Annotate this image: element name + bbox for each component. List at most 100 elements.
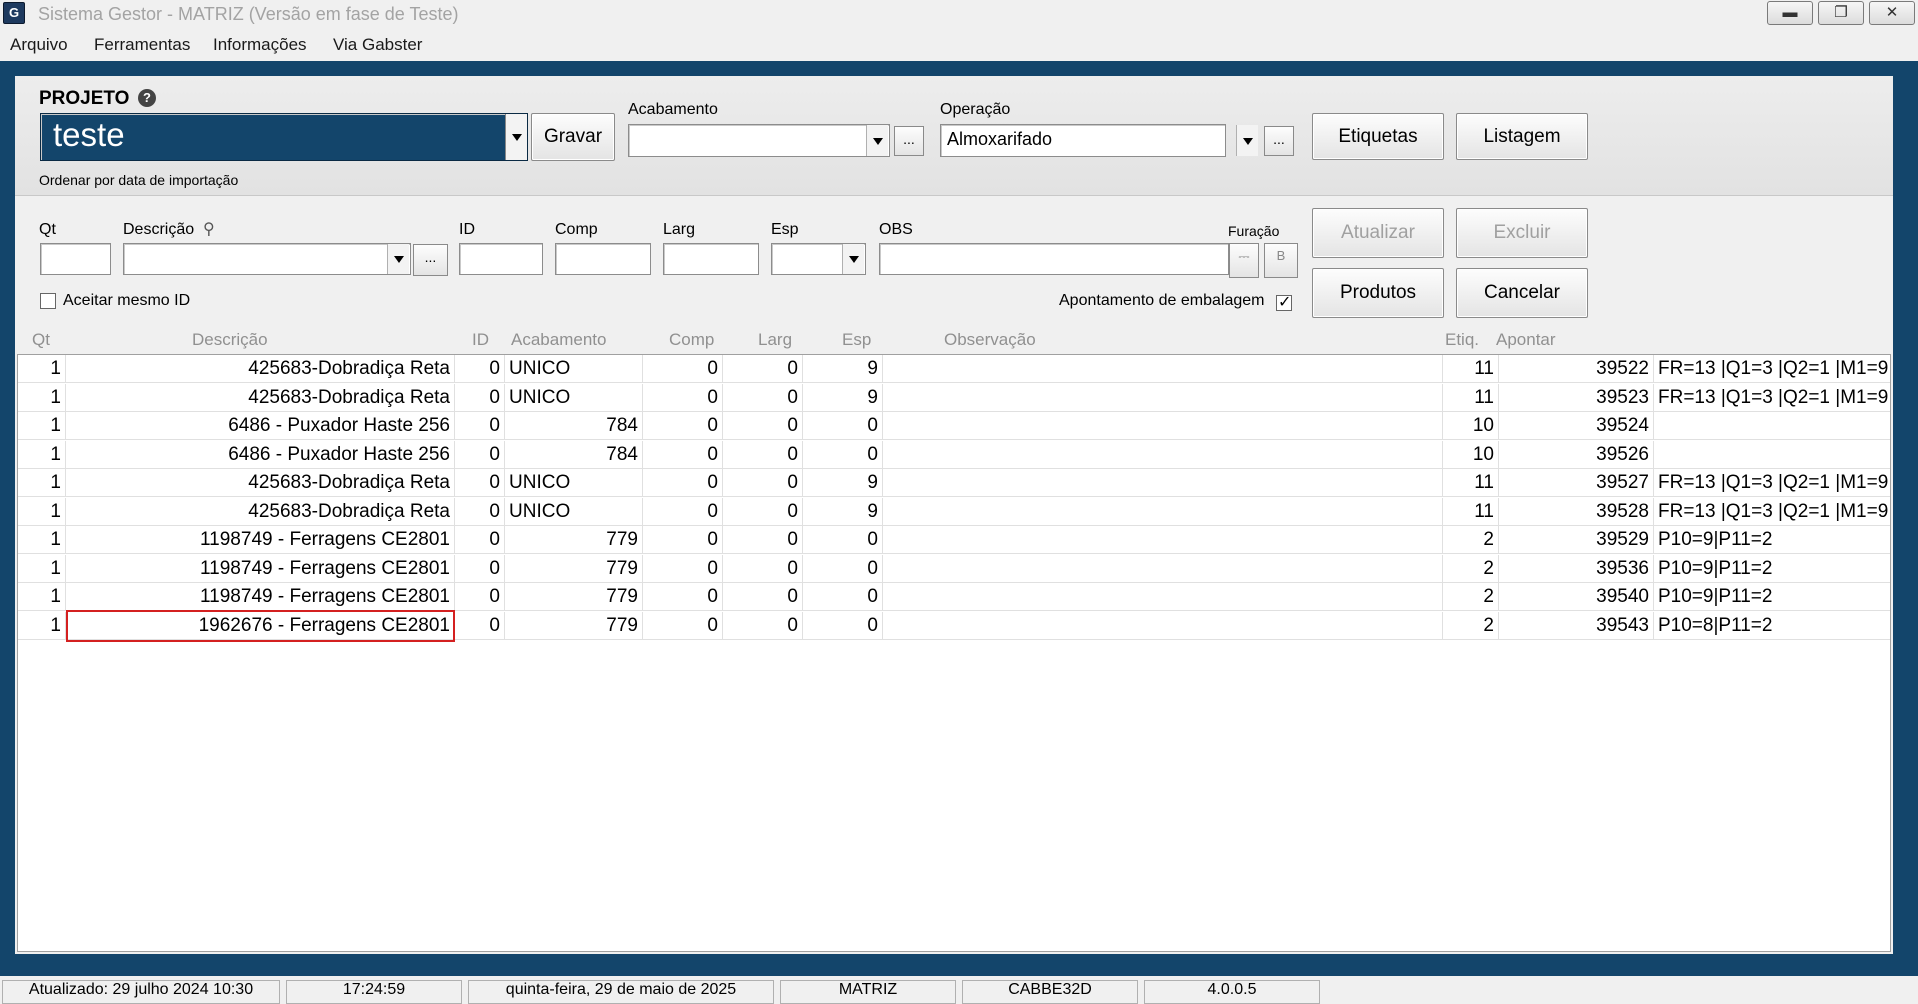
col-apontar[interactable]: Apontar: [1496, 330, 1556, 350]
col-qt[interactable]: Qt: [32, 330, 50, 350]
cell-esp[interactable]: 0: [803, 440, 883, 469]
cell-etiq[interactable]: 11: [1443, 469, 1499, 497]
cell-descricao[interactable]: 425683-Dobradiça Reta: [66, 383, 455, 412]
cell-apontar[interactable]: 39524: [1499, 412, 1654, 440]
cell-id[interactable]: 0: [455, 440, 505, 469]
atualizar-button[interactable]: Atualizar: [1312, 208, 1444, 258]
cell-extra[interactable]: FR=13 |Q1=3 |Q2=1 |M1=9 |: [1654, 498, 1890, 526]
cell-apontar[interactable]: 39528: [1499, 497, 1654, 526]
data-table[interactable]: 1 425683-Dobradiça Reta 0 UNICO 0 0 9 11 39522 FR…: [17, 354, 1891, 952]
cell-observacao[interactable]: [883, 440, 1443, 469]
esp-dropdown-arrow[interactable]: [842, 244, 864, 274]
cell-apontar[interactable]: 39527: [1499, 469, 1654, 497]
cell-descricao[interactable]: 1962676 - Ferragens CE2801: [66, 611, 455, 640]
table-row[interactable]: 1 1962676 - Ferragens CE2801 0 779 0 0 0 2 39543…: [18, 611, 1890, 640]
cell-larg[interactable]: 0: [723, 497, 803, 526]
col-esp[interactable]: Esp: [842, 330, 871, 350]
table-row[interactable]: 1 425683-Dobradiça Reta 0 UNICO 0 0 9 11 39522 FR…: [18, 355, 1890, 383]
cell-id[interactable]: 0: [455, 497, 505, 526]
cell-observacao[interactable]: [883, 497, 1443, 526]
cell-extra[interactable]: FR=13 |Q1=3 |Q2=1 |M1=9 |: [1654, 469, 1890, 497]
cell-acabamento[interactable]: UNICO: [505, 469, 643, 497]
table-row[interactable]: 1 1198749 - Ferragens CE2801 0 779 0 0 0 2 39529…: [18, 526, 1890, 554]
cell-esp[interactable]: 0: [803, 526, 883, 554]
cell-apontar[interactable]: 39540: [1499, 583, 1654, 611]
cell-larg[interactable]: 0: [723, 355, 803, 383]
cell-qt[interactable]: 1: [18, 383, 66, 412]
cell-esp[interactable]: 9: [803, 383, 883, 412]
cell-etiq[interactable]: 10: [1443, 440, 1499, 469]
cell-acabamento[interactable]: 779: [505, 554, 643, 583]
search-icon[interactable]: ⚲: [203, 219, 215, 239]
cell-extra[interactable]: P10=9|P11=2: [1654, 526, 1890, 554]
acabamento-browse-button[interactable]: ...: [894, 126, 924, 156]
col-acabamento[interactable]: Acabamento: [511, 330, 606, 350]
cell-descricao[interactable]: 1198749 - Ferragens CE2801: [66, 583, 455, 611]
cell-extra[interactable]: FR=13 |Q1=3 |Q2=1 |M1=9 |: [1654, 355, 1890, 383]
minimize-button[interactable]: ▬: [1767, 1, 1813, 25]
col-observacao[interactable]: Observação: [944, 330, 1036, 350]
cell-acabamento[interactable]: 779: [505, 583, 643, 611]
cell-apontar[interactable]: 39529: [1499, 526, 1654, 554]
cell-apontar[interactable]: 39523: [1499, 383, 1654, 412]
cell-comp[interactable]: 0: [643, 412, 723, 440]
cell-comp[interactable]: 0: [643, 526, 723, 554]
furacao-drill-icon[interactable]: ⎓: [1229, 243, 1259, 278]
cell-comp[interactable]: 0: [643, 554, 723, 583]
cell-comp[interactable]: 0: [643, 355, 723, 383]
cell-larg[interactable]: 0: [723, 554, 803, 583]
cell-esp[interactable]: 0: [803, 554, 883, 583]
cell-larg[interactable]: 0: [723, 583, 803, 611]
cell-extra[interactable]: P10=9|P11=2: [1654, 583, 1890, 611]
cell-larg[interactable]: 0: [723, 412, 803, 440]
cell-comp[interactable]: 0: [643, 440, 723, 469]
table-row[interactable]: 1 1198749 - Ferragens CE2801 0 779 0 0 0 2 39536…: [18, 554, 1890, 583]
cell-comp[interactable]: 0: [643, 469, 723, 497]
etiquetas-button[interactable]: Etiquetas: [1312, 113, 1444, 160]
cell-qt[interactable]: 1: [18, 497, 66, 526]
cell-comp[interactable]: 0: [643, 383, 723, 412]
aceitar-mesmo-id-checkbox[interactable]: [40, 293, 56, 309]
cell-acabamento[interactable]: UNICO: [505, 355, 643, 383]
cell-id[interactable]: 0: [455, 412, 505, 440]
project-select[interactable]: teste: [40, 113, 528, 161]
cell-acabamento[interactable]: UNICO: [505, 497, 643, 526]
table-row[interactable]: 1 425683-Dobradiça Reta 0 UNICO 0 0 9 11 39528 FR…: [18, 497, 1890, 526]
cell-larg[interactable]: 0: [723, 383, 803, 412]
cell-descricao[interactable]: 425683-Dobradiça Reta: [66, 469, 455, 497]
cell-observacao[interactable]: [883, 583, 1443, 611]
obs-input[interactable]: [879, 243, 1229, 275]
col-descricao[interactable]: Descrição: [192, 330, 268, 350]
id-input[interactable]: [459, 243, 543, 275]
menu-via-gabster[interactable]: Via Gabster: [333, 35, 422, 55]
cell-comp[interactable]: 0: [643, 497, 723, 526]
cell-esp[interactable]: 9: [803, 469, 883, 497]
cell-etiq[interactable]: 10: [1443, 412, 1499, 440]
cell-id[interactable]: 0: [455, 355, 505, 383]
cell-acabamento[interactable]: 784: [505, 412, 643, 440]
cell-qt[interactable]: 1: [18, 554, 66, 583]
cell-esp[interactable]: 0: [803, 611, 883, 640]
cell-id[interactable]: 0: [455, 611, 505, 640]
cell-etiq[interactable]: 2: [1443, 611, 1499, 640]
cell-extra[interactable]: P10=9|P11=2: [1654, 555, 1890, 583]
cell-extra[interactable]: FR=13 |Q1=3 |Q2=1 |M1=9 |: [1654, 384, 1890, 412]
close-button[interactable]: ✕: [1869, 1, 1915, 25]
cell-esp[interactable]: 9: [803, 355, 883, 383]
cell-etiq[interactable]: 11: [1443, 355, 1499, 383]
menu-arquivo[interactable]: Arquivo: [10, 35, 68, 55]
cell-etiq[interactable]: 2: [1443, 583, 1499, 611]
cell-extra[interactable]: [1654, 441, 1890, 469]
sort-note[interactable]: Ordenar por data de importação: [39, 172, 238, 188]
cell-id[interactable]: 0: [455, 554, 505, 583]
descricao-browse-button[interactable]: ...: [413, 244, 448, 276]
cell-apontar[interactable]: 39522: [1499, 355, 1654, 383]
cell-qt[interactable]: 1: [18, 412, 66, 440]
cell-extra[interactable]: P10=8|P11=2: [1654, 612, 1890, 640]
operacao-select[interactable]: Almoxarifado: [940, 124, 1226, 157]
cell-id[interactable]: 0: [455, 526, 505, 554]
table-row[interactable]: 1 425683-Dobradiça Reta 0 UNICO 0 0 9 11 39527 FR…: [18, 469, 1890, 497]
cell-extra[interactable]: [1654, 412, 1890, 440]
cell-observacao[interactable]: [883, 383, 1443, 412]
cell-apontar[interactable]: 39536: [1499, 554, 1654, 583]
